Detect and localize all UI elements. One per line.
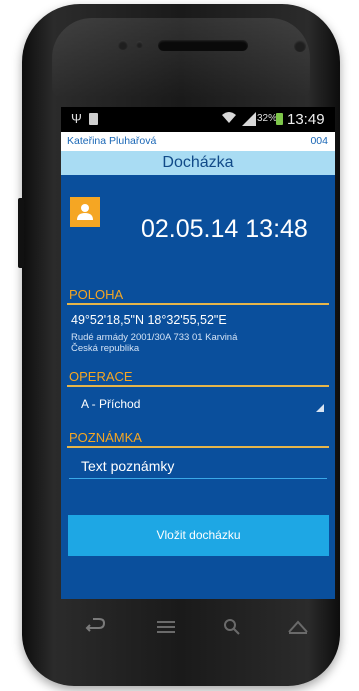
battery-percent: 32% [257, 113, 278, 124]
notification-icon [89, 113, 98, 125]
attendance-datetime: 02.05.14 13:48 [141, 215, 308, 243]
signal-icon [242, 112, 256, 126]
address-line: Rudé armády 2001/30A 733 01 Karviná [71, 332, 238, 343]
gps-coordinates: 49°52'18,5"N 18°32'55,52"E [71, 313, 227, 327]
navigation-bar [61, 606, 335, 646]
user-name: Kateřina Pluhařová [67, 135, 157, 147]
location-label: POLOHA [69, 287, 124, 302]
phone-glare [52, 18, 310, 98]
back-icon[interactable] [85, 616, 107, 638]
note-divider [67, 446, 329, 448]
note-input[interactable]: Text poznámky [69, 454, 327, 479]
status-time: 13:49 [287, 111, 325, 128]
dropdown-arrow-icon [316, 404, 324, 412]
operation-selected-value: A - Příchod [81, 397, 141, 411]
earpiece-speaker [158, 40, 248, 51]
home-icon[interactable] [287, 616, 309, 638]
page-title: Docházka [61, 151, 335, 175]
note-input-value: Text poznámky [81, 458, 175, 474]
location-divider [67, 303, 329, 305]
battery-icon [276, 113, 283, 125]
user-bar: Kateřina Pluhařová 004 [61, 132, 335, 151]
usb-icon: Ψ [71, 111, 82, 126]
user-code: 004 [310, 135, 328, 147]
light-sensor [136, 41, 143, 48]
address: Rudé armády 2001/30A 733 01 Karviná Česk… [71, 332, 238, 354]
proximity-sensor [118, 40, 128, 50]
menu-icon[interactable] [155, 616, 177, 638]
status-bar: Ψ 32% 13:49 [61, 107, 335, 132]
app-screen: Ψ 32% 13:49 Kateřina Pluhařová 004 Dochá… [61, 107, 335, 599]
operation-label: OPERACE [69, 369, 133, 384]
wifi-icon [221, 110, 237, 127]
volume-button[interactable] [18, 198, 24, 268]
operation-select[interactable]: A - Příchod [69, 393, 327, 415]
address-country: Česká republika [71, 342, 140, 354]
avatar[interactable] [70, 197, 100, 227]
note-label: POZNÁMKA [69, 430, 142, 445]
submit-attendance-button[interactable]: Vložit docházku [68, 515, 329, 556]
person-icon [77, 204, 93, 220]
front-camera [294, 40, 306, 52]
search-icon[interactable] [221, 616, 243, 638]
operation-divider [67, 385, 329, 387]
